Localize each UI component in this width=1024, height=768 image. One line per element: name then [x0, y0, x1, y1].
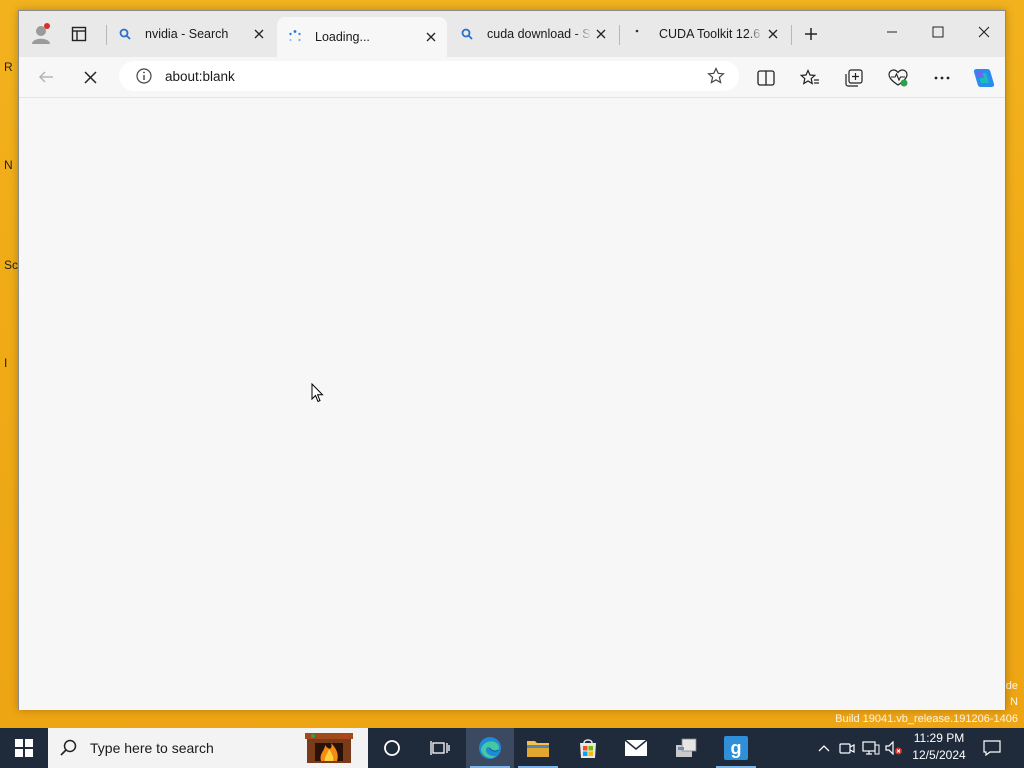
- tab-title: cuda download - Search: [487, 27, 591, 41]
- tab-nvidia-search[interactable]: nvidia - Search: [107, 17, 275, 51]
- search-placeholder: Type here to search: [90, 740, 214, 756]
- maximize-button[interactable]: [915, 11, 961, 53]
- browser-window: nvidia - Search Loading... cuda download…: [18, 10, 1006, 710]
- tab-cuda-toolkit[interactable]: CUDA Toolkit 12.6 Update: [621, 17, 789, 51]
- taskbar-app-generic[interactable]: [662, 728, 710, 768]
- profile-icon: [32, 23, 50, 44]
- desktop-icon-label-fragment: R: [4, 60, 13, 74]
- back-button[interactable]: [31, 63, 61, 91]
- stop-icon: [83, 70, 97, 84]
- action-center-icon[interactable]: [982, 738, 1002, 758]
- watermark-line: de: [1005, 680, 1018, 692]
- tab-title: nvidia - Search: [145, 27, 229, 41]
- tab-title: Loading...: [315, 30, 370, 44]
- plus-icon: [805, 28, 817, 40]
- close-window-button[interactable]: [961, 11, 1007, 53]
- favorite-star-icon[interactable]: [705, 65, 727, 87]
- task-view-button[interactable]: [416, 728, 464, 768]
- close-tab-icon[interactable]: [763, 24, 783, 44]
- search-icon: [117, 26, 133, 42]
- mail-icon: [624, 739, 648, 756]
- tab-title: CUDA Toolkit 12.6 Update: [659, 27, 763, 41]
- clock-date: 12/5/2024: [912, 748, 966, 762]
- taskbar: Type here to search g 11:29 PM 12/5/2024: [0, 728, 1024, 768]
- system-clock[interactable]: 11:29 PM 12/5/2024: [902, 730, 976, 766]
- store-icon: [580, 739, 596, 758]
- more-options-icon[interactable]: [929, 65, 955, 91]
- search-icon: [60, 739, 77, 756]
- start-button[interactable]: [0, 728, 48, 768]
- network-icon[interactable]: [861, 738, 881, 758]
- watermark-line: N: [1010, 696, 1018, 708]
- fireplace-highlight-icon: [305, 733, 353, 763]
- windows-icon: [15, 739, 33, 757]
- split-screen-icon[interactable]: [753, 65, 779, 91]
- info-icon[interactable]: [135, 67, 153, 85]
- browser-essentials-icon[interactable]: [885, 65, 911, 91]
- browser-toolbar: about:blank: [19, 57, 1005, 97]
- maximize-icon: [932, 26, 944, 38]
- search-icon: [459, 26, 475, 42]
- favorites-icon[interactable]: [797, 65, 823, 91]
- taskbar-search-box[interactable]: Type here to search: [48, 728, 368, 768]
- show-hidden-icons-chevron-icon[interactable]: [814, 738, 834, 758]
- tab-actions-button[interactable]: [65, 20, 93, 48]
- clock-time: 11:29 PM: [913, 731, 965, 745]
- desktop-icon-label-fragment: Sc: [4, 258, 19, 272]
- back-arrow-icon: [38, 71, 53, 83]
- address-bar[interactable]: about:blank: [119, 61, 739, 91]
- folder-icon: [527, 741, 549, 757]
- copilot-icon[interactable]: [971, 65, 997, 91]
- svg-text:g: g: [731, 738, 742, 758]
- taskbar-edge[interactable]: [466, 728, 514, 768]
- taskbar-gimp[interactable]: g: [712, 728, 760, 768]
- page-content[interactable]: [19, 97, 1005, 710]
- tab-separator: [791, 25, 792, 45]
- build-watermark: Build 19041.vb_release.191206-1406: [835, 713, 1018, 725]
- volume-muted-icon[interactable]: [884, 738, 904, 758]
- mouse-cursor-icon: [311, 383, 324, 403]
- minimize-icon: [887, 31, 897, 33]
- close-tab-icon[interactable]: [249, 24, 269, 44]
- close-tab-icon[interactable]: [591, 24, 611, 44]
- desktop-icon-label-fragment: I: [4, 356, 8, 370]
- tab-cuda-download-search[interactable]: cuda download - Search: [449, 17, 617, 51]
- profile-button[interactable]: [27, 20, 55, 48]
- address-url[interactable]: about:blank: [165, 69, 705, 84]
- meet-now-icon[interactable]: [837, 738, 857, 758]
- loading-dot-icon: [631, 26, 647, 42]
- taskbar-mail[interactable]: [612, 728, 660, 768]
- close-tab-icon[interactable]: [421, 27, 441, 47]
- tab-separator: [619, 25, 620, 45]
- stop-loading-button[interactable]: [75, 63, 105, 91]
- cortana-button[interactable]: [368, 728, 416, 768]
- edge-icon: [479, 737, 501, 759]
- desktop-icon-label-fragment: N: [4, 158, 13, 172]
- installer-icon: [676, 738, 697, 757]
- taskbar-microsoft-store[interactable]: [564, 728, 612, 768]
- new-tab-button[interactable]: [797, 20, 825, 48]
- g-app-icon: g: [724, 736, 748, 760]
- task-view-icon: [430, 741, 450, 755]
- collections-icon[interactable]: [841, 65, 867, 91]
- tab-actions-icon: [71, 26, 87, 42]
- close-icon: [978, 26, 990, 38]
- cortana-circle-icon: [384, 740, 400, 756]
- loading-spinner-icon: [287, 29, 303, 45]
- tab-bar: nvidia - Search Loading... cuda download…: [19, 11, 1005, 57]
- taskbar-file-explorer[interactable]: [514, 728, 562, 768]
- minimize-button[interactable]: [869, 11, 915, 53]
- tab-loading[interactable]: Loading...: [277, 17, 447, 57]
